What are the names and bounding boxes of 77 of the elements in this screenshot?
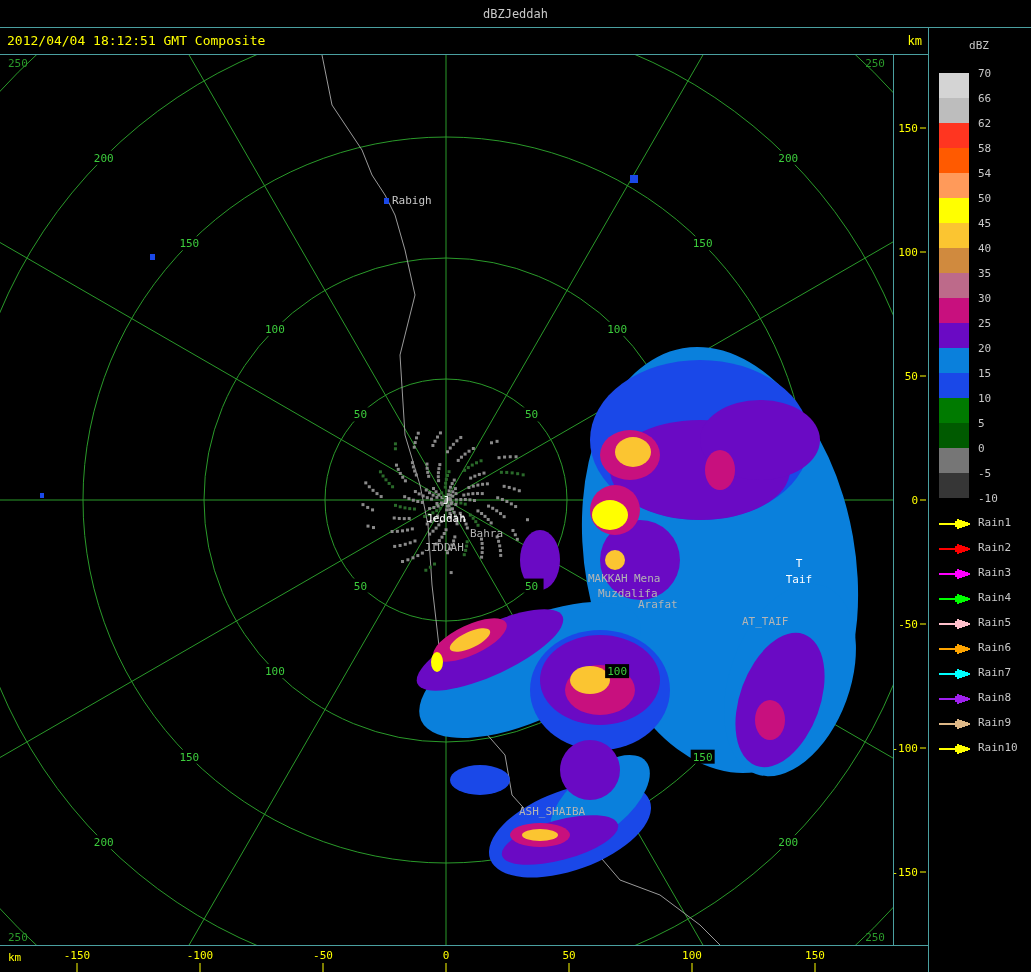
range-label: 50: [353, 408, 368, 422]
scale-label: 5: [978, 417, 985, 430]
place-label: ASH_SHAIBA: [519, 805, 586, 818]
scale-label: 35: [978, 267, 992, 280]
timestamp-caption: 2012/04/04 18:12:51 GMT Composite: [7, 32, 266, 51]
place-label: T: [795, 557, 803, 570]
axis-unit: km: [907, 33, 922, 50]
axis-tick-label: 100: [898, 246, 918, 259]
scale-label: 40: [978, 242, 992, 255]
range-label: 200: [93, 836, 114, 850]
range-label: 200: [778, 836, 799, 850]
axis-tick-label: -100: [186, 949, 214, 962]
track-label: Rain8: [978, 690, 1012, 707]
axis-unit: km: [8, 951, 22, 964]
scale-label: 70: [978, 67, 992, 80]
scale-label: -5: [978, 467, 992, 480]
place-label: Mena: [634, 572, 661, 585]
range-label: 200: [93, 151, 114, 165]
axis-tick-label: 50: [904, 370, 918, 383]
axis-tick-label: -50: [898, 618, 918, 631]
range-label: 200: [778, 151, 799, 165]
scale-label: 30: [978, 292, 992, 305]
axis-tick-label: 50: [562, 949, 576, 962]
range-label: 150: [692, 237, 713, 251]
axis-tick-label: 0: [442, 949, 450, 962]
range-label: 100: [264, 322, 285, 336]
scale-label: 20: [978, 342, 992, 355]
axis-tick-label: -50: [313, 949, 333, 962]
range-label: 150: [179, 750, 200, 764]
track-label: Rain5: [978, 615, 1012, 632]
track-label: Rain3: [978, 565, 1012, 582]
track-label: Rain7: [978, 665, 1012, 682]
place-label: Rabigh: [392, 194, 432, 207]
range-label: 150: [692, 750, 713, 764]
scale-label: 15: [978, 367, 992, 380]
track-label: Rain2: [978, 540, 1012, 557]
scale-label: 66: [978, 92, 992, 105]
track-label: Rain4: [978, 590, 1012, 607]
scale-label: 25: [978, 317, 992, 330]
scale-label: 62: [978, 117, 992, 130]
scale-label: 54: [978, 167, 992, 180]
scale-label: 58: [978, 142, 992, 155]
window-title: dBZJeddah: [483, 5, 548, 23]
scale-label: 10: [978, 392, 992, 405]
track-label: Rain1: [978, 515, 1012, 532]
place-label: Arafat: [638, 598, 678, 611]
axis-tick-label: -150: [894, 866, 918, 879]
place-label: J: [442, 494, 450, 507]
axis-tick-label: -100: [894, 742, 918, 755]
axis-tick-label: 100: [682, 949, 702, 962]
track-label: Rain6: [978, 640, 1012, 657]
axis-tick-label: -150: [63, 949, 91, 962]
axis-tick-label: 0: [911, 494, 918, 507]
place-label: Jeddah: [426, 512, 466, 525]
place-label: Bahra: [470, 527, 504, 540]
range-label: 150: [179, 237, 200, 251]
range-label: 250: [8, 57, 28, 70]
range-label: 250: [865, 57, 885, 70]
range-label: 50: [524, 579, 539, 593]
axis-tick-label: 150: [898, 122, 918, 135]
range-label: 250: [8, 931, 28, 944]
scale-label: 45: [978, 217, 992, 230]
place-label: Taif: [785, 573, 813, 586]
range-label: 50: [524, 408, 539, 422]
scale-label: 50: [978, 192, 992, 205]
range-label: 250: [865, 931, 885, 944]
track-label: Rain10: [978, 740, 1018, 757]
track-label: Rain9: [978, 715, 1012, 732]
range-label: 100: [607, 322, 628, 336]
axis-tick-label: 150: [805, 949, 825, 962]
legend-title: dBZ: [969, 39, 989, 52]
range-label: 100: [607, 665, 628, 679]
range-label: 100: [264, 665, 285, 679]
scale-label: 0: [978, 442, 985, 455]
place-label: AT_TAIF: [742, 615, 789, 628]
scale-label: -10: [978, 492, 998, 505]
range-label: 50: [353, 579, 368, 593]
